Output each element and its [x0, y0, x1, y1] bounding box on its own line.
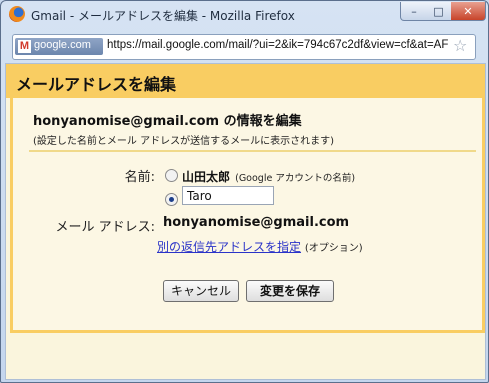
gmail-icon: M — [18, 40, 31, 53]
custom-name-radio[interactable] — [165, 193, 178, 206]
edit-panel: honyanomise@gmail.com の情報を編集 (設定した名前とメール… — [10, 98, 485, 333]
window-title: Gmail - メールアドレスを編集 - Mozilla Firefox — [31, 9, 295, 23]
alt-reply-row: 別の返信先アドレスを指定 (オプション) — [157, 238, 363, 255]
site-domain: google.com — [34, 39, 91, 51]
close-button[interactable]: ✕ — [451, 2, 486, 21]
url-text[interactable]: https://mail.google.com/mail/?ui=2&ik=79… — [107, 39, 448, 51]
minimize-icon: – — [411, 4, 417, 18]
account-name-option: 山田太郎 (Google アカウントの名前) — [182, 166, 355, 185]
page-content: メールアドレスを編集 honyanomise@gmail.com の情報を編集 … — [5, 63, 486, 380]
alt-reply-link[interactable]: 別の返信先アドレスを指定 — [157, 240, 301, 254]
account-name-radio[interactable] — [165, 169, 178, 182]
dialog-header: メールアドレスを編集 — [6, 64, 485, 98]
section-subtitle: (設定した名前とメール アドレスが送信するメールに表示されます) — [33, 136, 334, 147]
alt-reply-note: (オプション) — [304, 243, 363, 254]
minimize-button[interactable]: – — [400, 2, 428, 21]
name-label: 名前: — [124, 170, 155, 185]
title-bar[interactable]: Gmail - メールアドレスを編集 - Mozilla Firefox – □… — [1, 1, 488, 31]
page-title: メールアドレスを編集 — [16, 75, 177, 94]
email-label: メール アドレス: — [55, 220, 155, 235]
email-value: honyanomise@gmail.com — [163, 215, 350, 230]
cancel-button[interactable]: キャンセル — [163, 280, 239, 302]
browser-window: Gmail - メールアドレスを編集 - Mozilla Firefox – □… — [0, 0, 489, 383]
section-title: honyanomise@gmail.com の情報を編集 — [33, 114, 302, 129]
maximize-icon: □ — [433, 4, 444, 18]
custom-name-input[interactable]: Taro — [182, 186, 274, 205]
account-name-note: (Google アカウントの名前) — [235, 173, 356, 184]
divider — [29, 150, 476, 152]
close-icon: ✕ — [463, 4, 473, 18]
maximize-button[interactable]: □ — [426, 2, 452, 21]
radio-selected-dot — [169, 197, 174, 202]
save-button[interactable]: 変更を保存 — [246, 280, 334, 302]
firefox-icon — [9, 6, 25, 22]
star-icon[interactable]: ☆ — [453, 37, 467, 55]
account-name: 山田太郎 — [182, 170, 231, 184]
site-identity-badge[interactable]: M google.com — [15, 38, 103, 55]
address-bar[interactable]: M google.com https://mail.google.com/mai… — [12, 34, 476, 60]
